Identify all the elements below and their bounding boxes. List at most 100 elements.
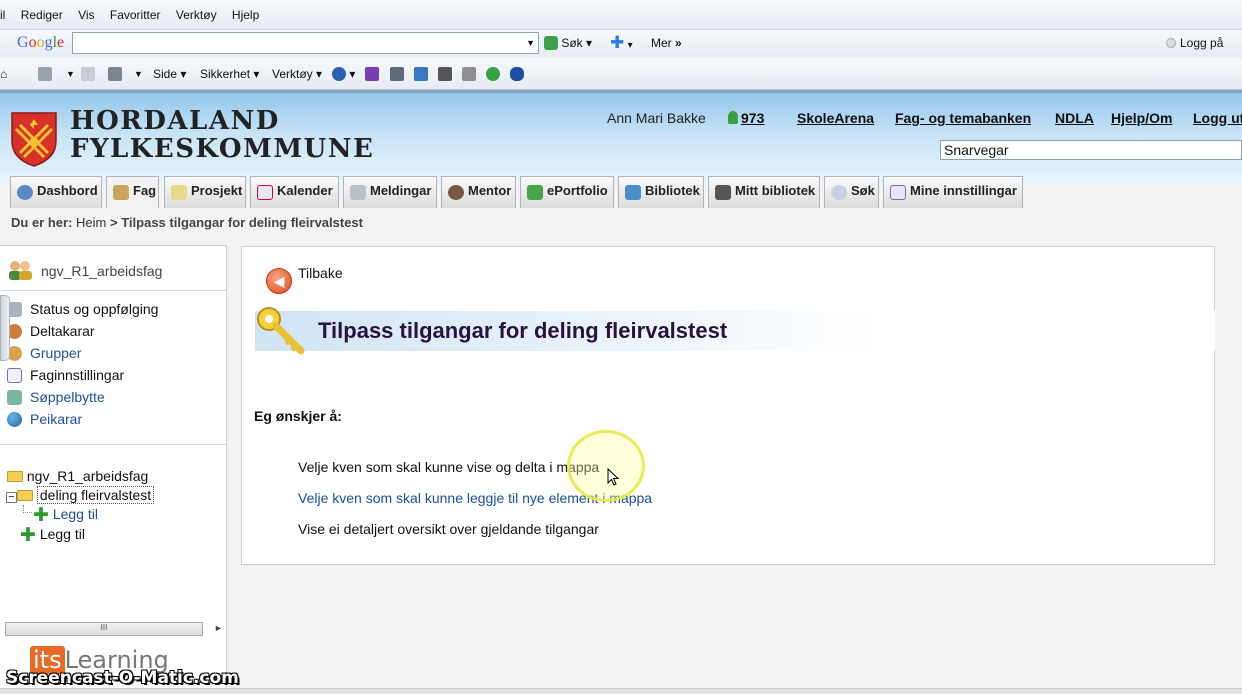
sidebar-item-deltakarar[interactable]: Deltakarar (7, 323, 95, 341)
main-content: ◀ Tilbake Tilpass tilgangar for deling fl… (241, 246, 1215, 565)
divider (0, 444, 226, 445)
menu-edit[interactable]: Rediger (21, 8, 63, 22)
course-name: ngv_R1_arbeidsfag (41, 263, 163, 279)
sidebar-item-status[interactable]: Status og oppfølging (7, 301, 158, 319)
menu-file[interactable]: il (0, 8, 5, 22)
tab-dashbord[interactable]: Dashbord (10, 176, 102, 208)
clip-icon[interactable] (438, 67, 452, 81)
collapse-icon[interactable]: − (6, 492, 17, 503)
link-logout[interactable]: Logg ut (1193, 110, 1242, 126)
sidebar-item-soppelbytte[interactable]: Søppelbytte (7, 389, 105, 407)
eportfolio-icon (527, 185, 543, 200)
tab-sok[interactable]: Søk (824, 176, 879, 208)
google-add-button[interactable]: ✚ ▾ (610, 33, 633, 53)
horizontal-scrollbar[interactable]: III (5, 622, 203, 636)
tree-connector (23, 505, 32, 513)
google-more-button[interactable]: Mer » (651, 36, 682, 50)
print-icon[interactable] (108, 67, 122, 81)
option-access-overview[interactable]: Vise ei detaljert oversikt over gjeldand… (298, 521, 599, 537)
link-skolearena[interactable]: SkoleArena (797, 110, 874, 126)
sidebar-item-peikarar[interactable]: Peikarar (7, 411, 82, 429)
tab-mitt-bibliotek[interactable]: Mitt bibliotek (708, 176, 820, 208)
mouse-pointer-icon (607, 468, 619, 486)
tab-meldingar[interactable]: Meldingar (343, 176, 437, 208)
tree-add-child[interactable]: ✚ Legg til (33, 505, 98, 526)
menu-favorites[interactable]: Favoritter (110, 8, 161, 22)
breadcrumb-current: Tilpass tilgangar for deling fleirvalste… (121, 215, 363, 230)
link-ndla[interactable]: NDLA (1055, 110, 1094, 126)
org-name-line2: FYLKESKOMMUNE (70, 134, 375, 164)
tree-root[interactable]: ngv_R1_arbeidsfag (7, 468, 148, 484)
translate-icon[interactable] (414, 67, 428, 81)
search-icon (831, 185, 847, 200)
google-login-button[interactable]: Logg på (1166, 36, 1223, 50)
add-icon: ✚ (20, 525, 36, 546)
tools-menu[interactable]: Verktøy ▾ (272, 67, 322, 81)
tab-eportfolio[interactable]: ePortfolio (520, 176, 614, 208)
user-name: Ann Mari Bakke (607, 110, 706, 126)
research-icon[interactable] (390, 67, 404, 81)
add-icon: ✚ (33, 505, 49, 526)
bluetooth-icon[interactable] (510, 67, 524, 81)
onenote-icon[interactable] (365, 67, 379, 81)
tab-mentor[interactable]: Mentor (441, 176, 516, 208)
subject-icon (113, 185, 129, 200)
tab-bibliotek[interactable]: Bibliotek (618, 176, 704, 208)
home-icon[interactable]: ⌂ (0, 67, 7, 81)
rss-icon[interactable] (38, 67, 52, 81)
browser-menubar: il Rediger Vis Favoritter Verktøy Hjelp (0, 0, 1242, 30)
page-menu[interactable]: Side ▾ (153, 67, 186, 81)
option-view-participate[interactable]: Velje kven som skal kunne vise og delta … (298, 459, 599, 475)
org-name-line1: HORDALAND (70, 106, 280, 136)
site-header: HORDALAND FYLKESKOMMUNE Ann Mari Bakke 9… (0, 90, 1242, 184)
google-search-input[interactable]: ▼ (72, 32, 539, 54)
tab-kalender[interactable]: Kalender (250, 176, 339, 208)
shortcut-select[interactable]: Snarvegar (940, 140, 1242, 160)
chevron-down-icon[interactable]: ▼ (526, 38, 535, 48)
watermark: Screencast-O-Matic.com (6, 668, 239, 688)
trash-icon (7, 390, 22, 405)
course-sidebar: ngv_R1_arbeidsfag Status og oppfølging D… (0, 245, 227, 694)
google-search-icon (544, 36, 558, 50)
menu-help[interactable]: Hjelp (232, 8, 259, 22)
cursor-highlight (567, 430, 645, 502)
browser-command-bar: ⌂ ▼ ▼ Side ▾ Sikkerhet ▾ Verktøy ▾ ▾ (0, 58, 1242, 90)
tab-mine-innstillingar[interactable]: Mine innstillingar (883, 176, 1023, 208)
status-bar (0, 688, 1242, 694)
menu-tools[interactable]: Verktøy (176, 8, 217, 22)
back-arrow-icon: ◀ (266, 268, 292, 294)
chevron-down-icon[interactable]: ▼ (66, 69, 75, 79)
link-fag-og-temabanken[interactable]: Fag- og temabanken (895, 110, 1031, 126)
my-library-icon (715, 185, 731, 200)
back-link[interactable]: ◀ Tilbake (266, 265, 343, 294)
calendar-icon (257, 185, 273, 200)
course-header: ngv_R1_arbeidsfag (0, 246, 226, 291)
key-icon (257, 307, 305, 355)
page-title: Tilpass tilgangar for deling fleirvalste… (318, 318, 728, 343)
chevron-down-icon[interactable]: ▼ (134, 69, 143, 79)
sidebar-item-faginnstillingar[interactable]: Faginnstillingar (7, 367, 124, 385)
tab-fag[interactable]: Fag (106, 176, 159, 208)
mentor-icon (448, 185, 464, 200)
tree-add-root[interactable]: ✚ Legg til (20, 525, 85, 546)
page-title-bar: Tilpass tilgangar for deling fleirvalste… (255, 307, 1215, 355)
doc-icon[interactable] (462, 67, 476, 81)
points-link[interactable]: 973 (728, 110, 764, 126)
dashboard-icon (17, 185, 33, 200)
link-hjelp-om[interactable]: Hjelp/Om (1111, 110, 1172, 126)
globe-icon (7, 412, 22, 427)
sidebar-item-grupper[interactable]: Grupper (7, 345, 81, 363)
safety-menu[interactable]: Sikkerhet ▾ (200, 67, 259, 81)
breadcrumb: Du er her: Heim > Tilpass tilgangar for … (11, 215, 363, 230)
tab-prosjekt[interactable]: Prosjekt (164, 176, 246, 208)
menu-view[interactable]: Vis (78, 8, 94, 22)
person-icon (728, 111, 738, 124)
scroll-right-icon[interactable]: ► (214, 623, 223, 633)
mail-icon[interactable] (81, 67, 95, 81)
google-search-button[interactable]: Søk ▾ (544, 36, 592, 50)
help-icon[interactable]: ▾ (332, 67, 355, 81)
messenger-icon[interactable] (486, 67, 500, 81)
sidebar-collapse-handle[interactable] (0, 295, 10, 361)
tree-folder-deling[interactable]: − deling fleirvalstest (6, 486, 155, 504)
breadcrumb-home[interactable]: Heim (76, 215, 106, 230)
